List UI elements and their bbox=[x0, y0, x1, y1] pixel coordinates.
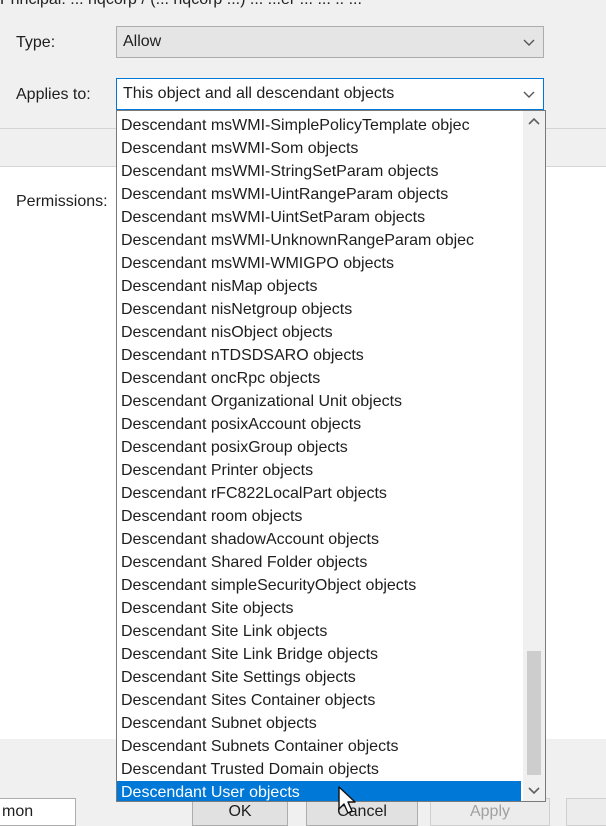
dropdown-item[interactable]: Descendant msWMI-StringSetParam objects bbox=[117, 160, 521, 183]
dropdown-item[interactable]: Descendant nTDSDSARO objects bbox=[117, 344, 521, 367]
cancel-button[interactable]: Cancel bbox=[306, 798, 418, 826]
scrollbar-thumb[interactable] bbox=[527, 651, 541, 775]
dropdown-item[interactable]: Descendant Shared Folder objects bbox=[117, 551, 521, 574]
dropdown-item[interactable]: Descendant Site Link objects bbox=[117, 620, 521, 643]
dropdown-item[interactable]: Descendant Site objects bbox=[117, 597, 521, 620]
type-combobox[interactable]: Allow bbox=[116, 26, 544, 58]
dropdown-item[interactable]: Descendant posixAccount objects bbox=[117, 413, 521, 436]
dropdown-item[interactable]: Descendant simpleSecurityObject objects bbox=[117, 574, 521, 597]
type-label: Type: bbox=[16, 34, 56, 51]
dropdown-item[interactable]: Descendant Subnet objects bbox=[117, 712, 521, 735]
dropdown-item[interactable]: Descendant msWMI-UintSetParam objects bbox=[117, 206, 521, 229]
applies-to-combobox-value: This object and all descendant objects bbox=[123, 85, 395, 102]
dropdown-item[interactable]: Descendant Subnets Container objects bbox=[117, 735, 521, 758]
chevron-down-icon bbox=[523, 39, 535, 46]
chevron-down-icon bbox=[523, 91, 535, 98]
dropdown-item[interactable]: Descendant rFC822LocalPart objects bbox=[117, 482, 521, 505]
applies-to-dropdown-list[interactable]: Descendant msWMI-SimplePolicyTemplate ob… bbox=[116, 110, 546, 802]
dropdown-item[interactable]: Descendant msWMI-UintRangeParam objects bbox=[117, 183, 521, 206]
common-field-text: mon bbox=[2, 803, 34, 820]
dropdown-item-selected[interactable]: Descendant User objects bbox=[117, 781, 521, 801]
dropdown-item[interactable]: Descendant msWMI-WMIGPO objects bbox=[117, 252, 521, 275]
dropdown-item[interactable]: Descendant Sites Container objects bbox=[117, 689, 521, 712]
dropdown-item[interactable]: Descendant posixGroup objects bbox=[117, 436, 521, 459]
dropdown-item[interactable]: Descendant room objects bbox=[117, 505, 521, 528]
applies-to-label: Applies to: bbox=[16, 86, 91, 103]
mouse-pointer-icon bbox=[338, 786, 356, 814]
dropdown-item[interactable]: Descendant nisMap objects bbox=[117, 275, 521, 298]
dialog-header-strip: Principal: ... hqcorp / (... hqcorp ...)… bbox=[0, 0, 606, 14]
scroll-down-arrow-icon[interactable] bbox=[523, 779, 545, 801]
dropdown-scrollbar[interactable] bbox=[523, 111, 545, 801]
dropdown-item[interactable]: Descendant Organizational Unit objects bbox=[117, 390, 521, 413]
dropdown-item[interactable]: Descendant nisNetgroup objects bbox=[117, 298, 521, 321]
dropdown-items: Descendant msWMI-SimplePolicyTemplate ob… bbox=[117, 114, 521, 801]
type-combobox-value: Allow bbox=[123, 33, 162, 50]
scroll-up-arrow-icon[interactable] bbox=[523, 111, 545, 133]
dropdown-item[interactable]: Descendant oncRpc objects bbox=[117, 367, 521, 390]
dropdown-item[interactable]: Descendant msWMI-UnknownRangeParam objec bbox=[117, 229, 521, 252]
dropdown-item[interactable]: Descendant Site Settings objects bbox=[117, 666, 521, 689]
common-field: mon bbox=[0, 798, 76, 826]
help-button[interactable] bbox=[566, 798, 606, 826]
dropdown-item[interactable]: Descendant msWMI-Som objects bbox=[117, 137, 521, 160]
dropdown-item[interactable]: Descendant shadowAccount objects bbox=[117, 528, 521, 551]
apply-button[interactable]: Apply bbox=[430, 798, 550, 826]
ok-button[interactable]: OK bbox=[192, 798, 288, 826]
dropdown-item[interactable]: Descendant nisObject objects bbox=[117, 321, 521, 344]
dropdown-item[interactable]: Descendant Site Link Bridge objects bbox=[117, 643, 521, 666]
principal-header-text: Principal: ... hqcorp / (... hqcorp ...)… bbox=[0, 0, 362, 9]
dropdown-item[interactable]: Descendant msWMI-SimplePolicyTemplate ob… bbox=[117, 114, 521, 137]
applies-to-combobox[interactable]: This object and all descendant objects bbox=[116, 78, 544, 110]
dropdown-item[interactable]: Descendant Printer objects bbox=[117, 459, 521, 482]
permissions-label: Permissions: bbox=[16, 193, 108, 210]
dropdown-item[interactable]: Descendant Trusted Domain objects bbox=[117, 758, 521, 781]
